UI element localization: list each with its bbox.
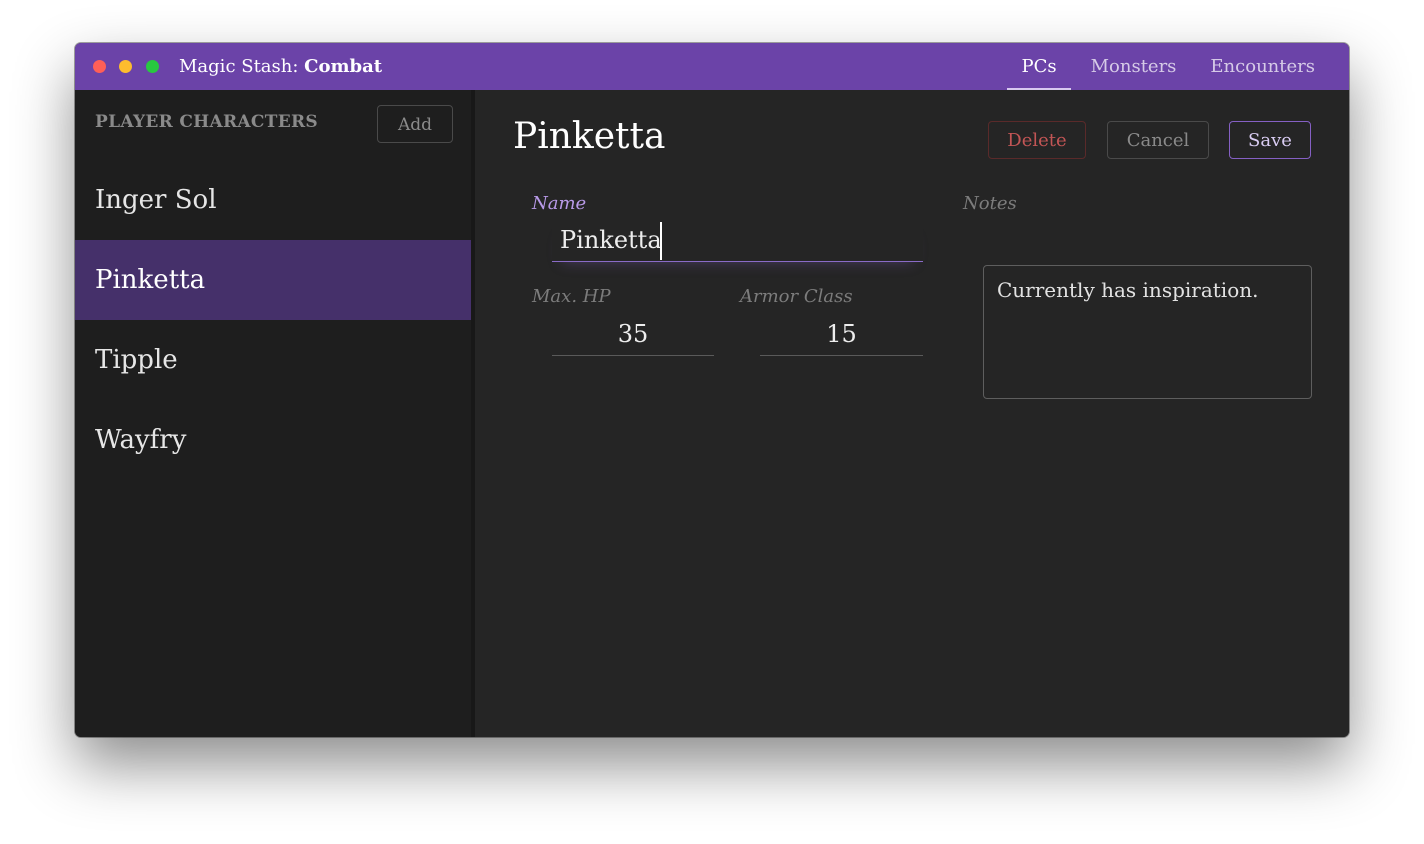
close-window-button[interactable] — [93, 60, 106, 73]
max-hp-label: Max. HP — [532, 286, 611, 307]
top-nav: PCs Monsters Encounters — [1001, 43, 1349, 90]
notes-textarea[interactable]: Currently has inspiration. — [983, 265, 1312, 399]
detail-panel: Pinketta Delete Cancel Save Name Max. HP… — [475, 90, 1349, 737]
list-item-tipple[interactable]: Tipple — [75, 320, 471, 400]
sidebar-header: PLAYER CHARACTERS — [95, 112, 318, 132]
page-title: Pinketta — [513, 116, 666, 157]
tab-encounters[interactable]: Encounters — [1196, 43, 1329, 90]
maximize-window-button[interactable] — [146, 60, 159, 73]
tab-monsters[interactable]: Monsters — [1077, 43, 1191, 90]
name-label: Name — [532, 193, 587, 214]
character-list: Inger Sol Pinketta Tipple Wayfry — [75, 160, 471, 480]
save-button[interactable]: Save — [1229, 121, 1311, 159]
title-bar: Magic Stash: Combat PCs Monsters Encount… — [75, 43, 1349, 90]
cancel-button[interactable]: Cancel — [1107, 121, 1209, 159]
add-character-button[interactable]: Add — [377, 105, 453, 143]
list-item-wayfry[interactable]: Wayfry — [75, 400, 471, 480]
armor-class-label: Armor Class — [740, 286, 853, 307]
delete-button[interactable]: Delete — [988, 121, 1086, 159]
app-title-prefix: Magic Stash: — [179, 56, 305, 77]
text-caret — [660, 222, 662, 260]
list-item-pinketta[interactable]: Pinketta — [75, 240, 471, 320]
tab-pcs[interactable]: PCs — [1007, 43, 1071, 90]
max-hp-input[interactable] — [552, 312, 714, 356]
minimize-window-button[interactable] — [119, 60, 132, 73]
list-item-inger-sol[interactable]: Inger Sol — [75, 160, 471, 240]
armor-class-input[interactable] — [760, 312, 923, 356]
name-input[interactable] — [552, 218, 923, 262]
sidebar: PLAYER CHARACTERS Add Inger Sol Pinketta… — [75, 90, 475, 737]
notes-label: Notes — [963, 193, 1017, 214]
app-title-section: Combat — [304, 56, 383, 77]
app-title: Magic Stash: Combat — [179, 43, 382, 90]
app-window: Magic Stash: Combat PCs Monsters Encount… — [75, 43, 1349, 737]
